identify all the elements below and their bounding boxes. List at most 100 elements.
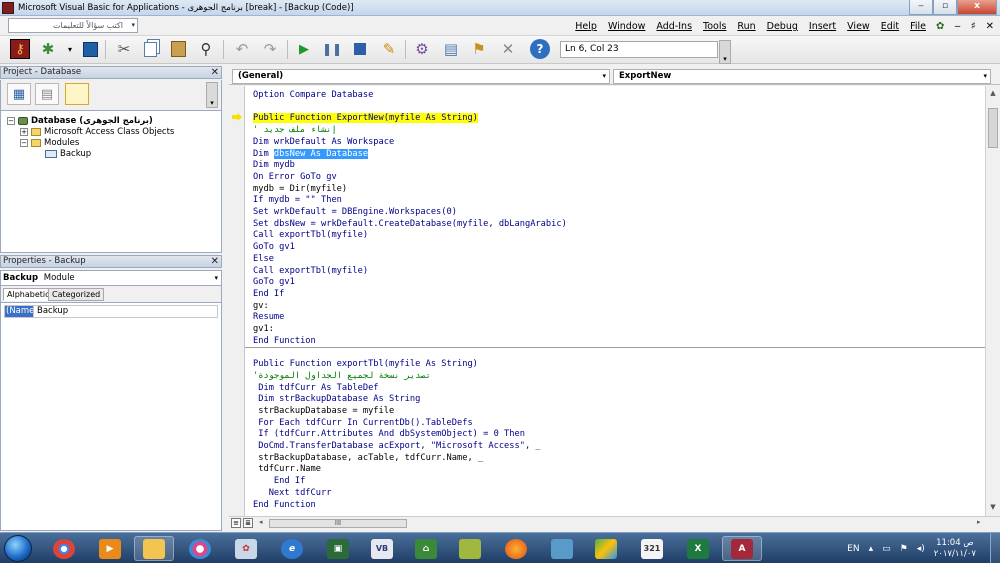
tab-alphabetic[interactable]: Alphabetic — [3, 288, 54, 301]
chrome-icon[interactable] — [44, 536, 84, 561]
code-line[interactable]: Call exportTbl(myfile) — [253, 230, 368, 241]
mdi-restore-button[interactable]: ♯ — [971, 21, 976, 32]
code-line[interactable]: For Each tdfCurr In CurrentDb().TableDef… — [253, 418, 472, 429]
ebook-icon[interactable] — [450, 536, 490, 561]
toolbox-icon[interactable]: ✕ — [498, 39, 518, 59]
code-line[interactable]: Set dbsNew = wrkDefault.CreateDatabase(m… — [253, 219, 567, 230]
code-line[interactable]: tdfCurr.Name — [253, 464, 321, 475]
horizontal-scroll-thumb[interactable]: III — [269, 519, 407, 528]
tab-categorized[interactable]: Categorized — [48, 288, 105, 301]
collapse-icon[interactable]: − — [7, 116, 15, 125]
chevron-down-icon[interactable]: ▾ — [602, 70, 606, 83]
save-icon[interactable] — [80, 39, 100, 59]
mdi-icon[interactable]: ✿ — [936, 21, 944, 32]
code-line[interactable]: gv: — [253, 301, 269, 312]
ie-icon[interactable]: e — [272, 536, 312, 561]
paint-icon[interactable]: ✿ — [226, 536, 266, 561]
code-line[interactable]: strBackupDatabase = myfile — [253, 406, 394, 417]
vertical-scrollbar[interactable]: ▲ ▼ — [985, 86, 1000, 516]
run-icon[interactable]: ▶ — [294, 39, 314, 59]
code-line[interactable]: Else — [253, 254, 274, 265]
cut-icon[interactable]: ✂ — [114, 39, 134, 59]
menu-insert[interactable]: Insert — [809, 21, 836, 32]
code-line[interactable]: strBackupDatabase, acTable, tdfCurr.Name… — [253, 453, 483, 464]
bluestacks-icon[interactable] — [586, 536, 626, 561]
language-indicator[interactable]: EN — [847, 544, 859, 554]
view-object-icon[interactable]: ▤ — [35, 83, 59, 105]
code-line[interactable]: Dim dbsNew As Database — [253, 148, 369, 160]
object-browser-icon[interactable]: ⚑ — [469, 39, 489, 59]
media-player-icon[interactable]: ▶ — [90, 536, 130, 561]
code-line[interactable]: Resume — [253, 312, 284, 323]
menu-view[interactable]: View — [847, 21, 870, 32]
code-line[interactable]: GoTo gv1 — [253, 242, 295, 253]
reset-icon[interactable] — [350, 39, 370, 59]
find-icon[interactable]: ⚲ — [196, 39, 216, 59]
clock[interactable]: 11:04 ص ٢٠١٧/١١/٠٧ — [934, 538, 976, 560]
code-line[interactable]: GoTo gv1 — [253, 277, 295, 288]
close-icon[interactable]: ✕ — [211, 67, 219, 78]
code-line[interactable]: mydb = Dir(myfile) — [253, 184, 347, 195]
break-icon[interactable]: ❚❚ — [322, 39, 342, 59]
mdi-minimize-button[interactable]: ‒ — [954, 21, 960, 32]
calendar-icon[interactable]: 321 — [632, 536, 672, 561]
chevron-down-icon[interactable]: ▾ — [983, 70, 987, 83]
procedure-view-icon[interactable]: ≡ — [231, 518, 241, 528]
project-explorer-icon[interactable]: ⚙ — [412, 39, 432, 59]
code-line[interactable]: If (tdfCurr.Attributes And dbSystemObjec… — [253, 429, 525, 440]
menu-help[interactable]: Help — [575, 21, 597, 32]
mdi-close-button[interactable]: ✕ — [986, 21, 994, 32]
maximize-button[interactable]: ▫ — [933, 0, 957, 15]
view-code-icon[interactable]: ▦ — [7, 83, 31, 105]
menu-edit[interactable]: Edit — [881, 21, 899, 32]
access-icon[interactable]: A — [722, 536, 762, 561]
ask-question-box[interactable]: اكتب سؤالاً للتعليمات ▾ — [8, 18, 138, 33]
code-line[interactable]: DoCmd.TransferDatabase acExport, "Micros… — [253, 441, 540, 452]
flag-icon[interactable]: ⚑ — [900, 544, 908, 554]
object-select[interactable]: Backup Module ▾ — [0, 270, 222, 286]
code-line[interactable]: End If — [253, 476, 305, 487]
object-combo[interactable]: (General) ▾ — [232, 69, 610, 84]
property-value[interactable]: Backup — [33, 306, 68, 317]
minimize-button[interactable]: ‒ — [909, 0, 933, 15]
tree-item-backup[interactable]: Backup — [45, 148, 91, 159]
access-icon[interactable]: ⚷ — [10, 39, 30, 59]
volume-icon[interactable]: ◂) — [917, 544, 925, 554]
code-editor[interactable]: Option Compare Database Public Function E… — [245, 86, 985, 516]
margin-indicator-bar[interactable] — [229, 86, 245, 516]
code-line[interactable]: Option Compare Database — [253, 90, 373, 101]
properties-icon[interactable]: ▤ — [441, 39, 461, 59]
code-line[interactable]: Dim tdfCurr As TableDef — [253, 383, 378, 394]
explorer-icon[interactable] — [134, 536, 174, 561]
code-line[interactable]: Dim mydb — [253, 160, 295, 171]
code-line[interactable]: On Error GoTo gv — [253, 172, 337, 183]
expand-icon[interactable]: + — [20, 127, 28, 136]
tree-item-database[interactable]: − Database (برنامج الجوهرى) — [7, 115, 153, 126]
code-line[interactable]: Set wrkDefault = DBEngine.Workspaces(0) — [253, 207, 457, 218]
code-line[interactable]: Public Function ExportNew(myfile As Stri… — [253, 113, 478, 124]
building-app-icon[interactable]: ⌂ — [406, 536, 446, 561]
horizontal-scrollbar[interactable]: ≡ ≣ ◂ III ▸ — [229, 516, 1000, 530]
redo-icon[interactable]: ↷ — [260, 39, 280, 59]
menu-debug[interactable]: Debug — [767, 21, 798, 32]
property-row[interactable]: (Name) Backup — [4, 305, 218, 318]
firefox-icon[interactable] — [496, 536, 536, 561]
code-line[interactable]: End Function — [253, 500, 316, 511]
scroll-up-arrow[interactable]: ▲ — [987, 87, 999, 99]
start-button[interactable] — [4, 535, 32, 562]
scroll-down-arrow[interactable]: ▼ — [987, 501, 999, 513]
project-toolbar-chevron[interactable]: ▾ — [206, 82, 218, 108]
insert-module-icon[interactable]: ✱ — [38, 39, 58, 59]
tree-item-modules[interactable]: − Modules — [20, 137, 79, 148]
code-line[interactable]: Call exportTbl(myfile) — [253, 266, 368, 277]
procedure-combo[interactable]: ExportNew ▾ — [613, 69, 991, 84]
code-line[interactable]: End If — [253, 289, 284, 300]
close-button[interactable]: x — [957, 0, 997, 15]
toolbar-options[interactable]: ▾ — [719, 40, 731, 64]
notes-icon[interactable] — [542, 536, 582, 561]
code-line[interactable]: Dim wrkDefault As Workspace — [253, 137, 394, 148]
network-icon[interactable]: ▭ — [882, 544, 891, 554]
code-line[interactable]: ' إنشاء ملف جديد — [253, 125, 337, 136]
menu-window[interactable]: Window — [608, 21, 645, 32]
code-line[interactable]: Public Function exportTbl(myfile As Stri… — [253, 359, 478, 370]
